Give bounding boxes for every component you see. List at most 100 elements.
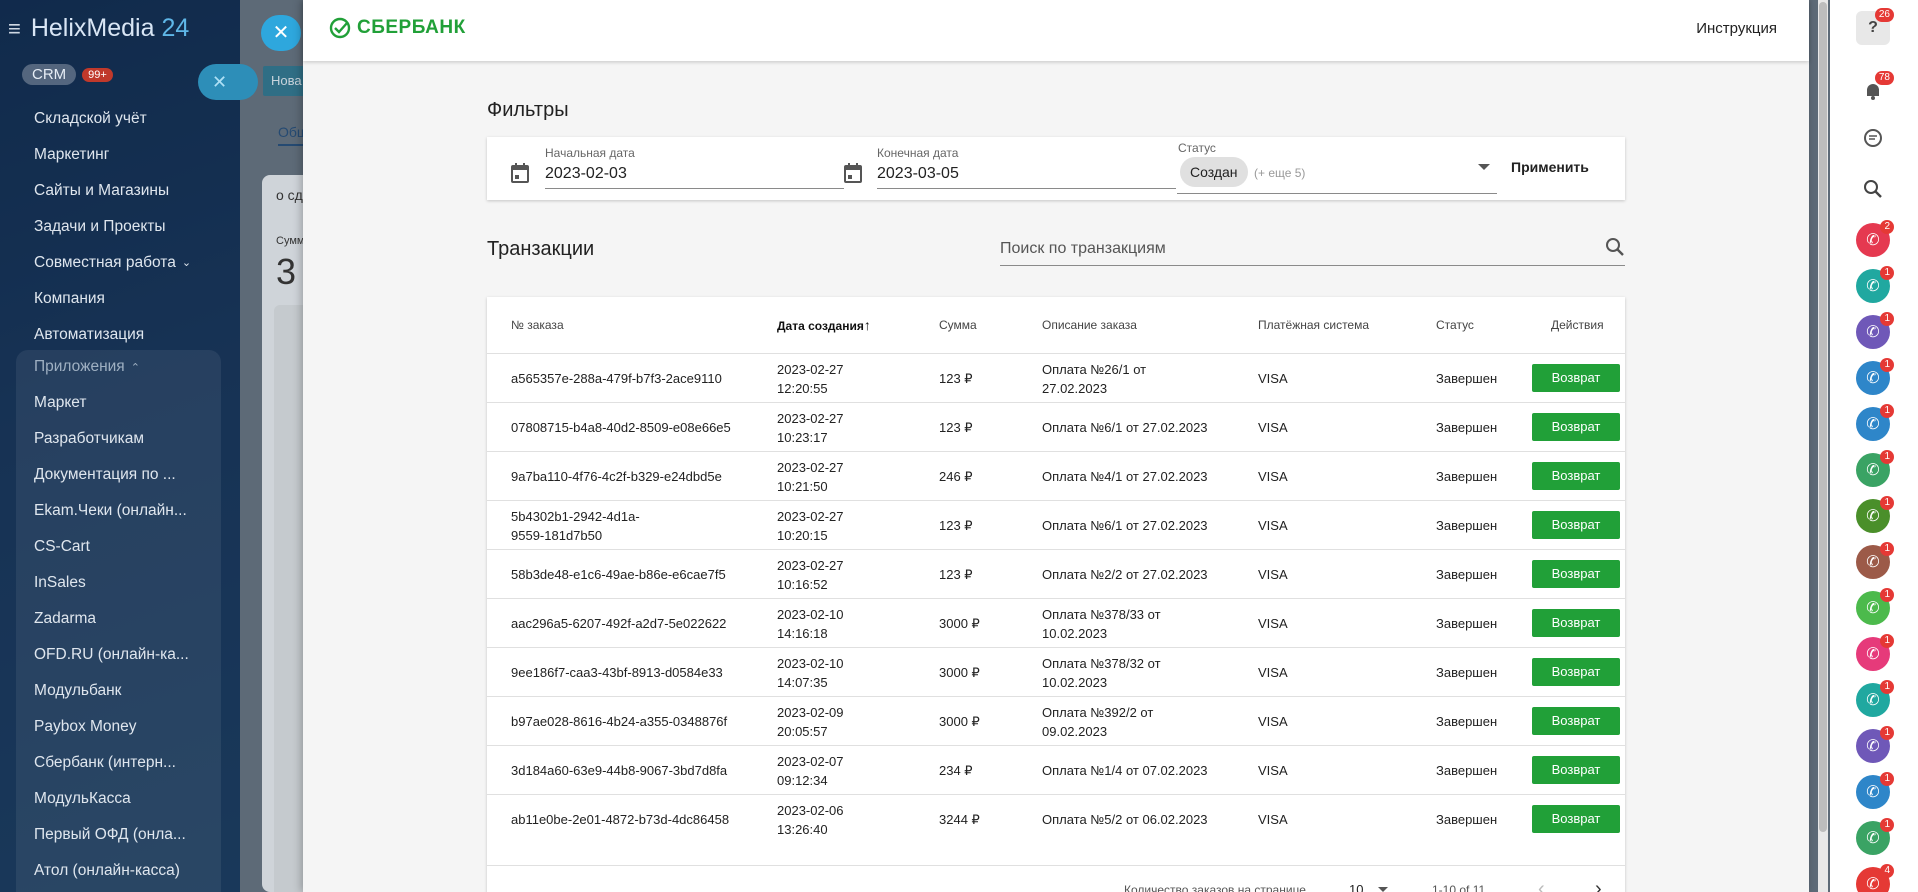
app-item-cscart[interactable]: CS-Cart [34,538,189,574]
col-created-date-label: Дата создания [777,319,864,333]
end-date-field[interactable]: Конечная дата 2023-03-05 [877,137,1176,200]
contact-avatar[interactable]: ✆ 1 [1856,588,1894,625]
sidebar-item-company[interactable]: Компания [34,281,191,317]
status-dropdown-icon[interactable] [1478,164,1490,170]
app-item-insales[interactable]: InSales [34,574,189,610]
refund-button[interactable]: Возврат [1532,707,1620,735]
search-input[interactable]: Поиск по транзакциям [1000,240,1166,258]
refund-button[interactable]: Возврат [1532,560,1620,588]
contact-avatar[interactable]: ✆ 1 [1856,634,1894,671]
col-amount: Сумма [939,318,977,332]
app-item-modulbank[interactable]: Модульбанк [34,682,189,718]
start-date-field[interactable]: Начальная дата 2023-02-03 [545,137,844,200]
hamburger-icon[interactable]: ≡ [8,16,21,42]
scrollbar-thumb[interactable] [1819,2,1827,832]
phone-icon: ✆ [1866,830,1880,847]
background-card-sub: Сумм [276,235,305,247]
contact-avatar[interactable]: ✆ 2 [1856,220,1894,257]
app-item-first-ofd[interactable]: Первый ОФД (онла... [34,826,189,862]
phone-icon: ✆ [1866,646,1880,663]
cell-text: 2023-02-07 [777,754,844,769]
background-close-icon[interactable]: ✕ [198,64,258,100]
contact-avatar[interactable]: ✆ 1 [1856,358,1894,395]
refund-button[interactable]: Возврат [1532,805,1620,833]
search-icon[interactable] [1605,237,1625,257]
crm-label[interactable]: CRM [22,64,77,85]
contact-avatar[interactable]: ✆ 1 [1856,496,1894,533]
app-item-zadarma[interactable]: Zadarma [34,610,189,646]
next-page-icon[interactable]: › [1595,878,1602,892]
contact-avatar[interactable]: ✆ 1 [1856,726,1894,763]
per-page-dropdown-icon[interactable] [1378,887,1388,892]
app-item-market[interactable]: Маркет [34,394,189,430]
app-item-docs[interactable]: Документация по ... [34,466,189,502]
payment-system: VISA [1258,469,1288,484]
contact-avatar[interactable]: ✆ 1 [1856,818,1894,855]
sidebar-item-automation[interactable]: Автоматизация [34,317,191,353]
col-created-date[interactable]: Дата создания↑ [777,297,871,353]
calendar-icon[interactable] [511,163,529,183]
created-date: 2023-02-27 10:21:50 [777,458,844,496]
created-date: 2023-02-27 10:16:52 [777,556,844,594]
per-page-select[interactable]: 10 [1349,882,1363,892]
crm-item[interactable]: CRM 99+ [22,64,113,85]
calendar-icon[interactable] [844,163,862,183]
transactions-search[interactable]: Поиск по транзакциям [1000,234,1625,266]
contact-avatar[interactable]: ✆ 1 [1856,772,1894,809]
cell-text: ab11e0be-2e01-4872-b73d-4dc86458 [511,812,730,827]
apps-header[interactable]: Приложения ⌃ [34,358,140,376]
cell-text: Оплата №2/2 от 27.02.2023 [1042,567,1208,582]
app-item-paybox[interactable]: Paybox Money [34,718,189,754]
cell-text: 27.02.2023 [1042,381,1108,396]
refund-button[interactable]: Возврат [1532,609,1620,637]
refund-button[interactable]: Возврат [1532,364,1620,392]
app-item-modulkassa[interactable]: МодульКасса [34,790,189,826]
sber-logo-icon [329,17,351,39]
refund-button[interactable]: Возврат [1532,511,1620,539]
brand-name: HelixMedia [30,14,155,42]
close-panel-icon[interactable]: ✕ [261,15,301,51]
contact-avatar[interactable]: ✆ 1 [1856,266,1894,303]
brand[interactable]: ≡ HelixMedia 24 [8,14,189,43]
app-item-ofdru[interactable]: OFD.RU (онлайн-ка... [34,646,189,682]
status-chip[interactable]: Создан [1180,157,1248,187]
contact-avatar[interactable]: ✆ 4 [1856,864,1894,892]
instructions-link[interactable]: Инструкция [1696,20,1777,37]
chat-button[interactable] [1856,121,1890,155]
contact-avatar[interactable]: ✆ 1 [1856,312,1894,349]
sort-arrow-icon[interactable]: ↑ [864,317,871,333]
sidebar-item-collab[interactable]: Совместная работа ⌄ [34,245,191,281]
contact-avatar[interactable]: ✆ 1 [1856,542,1894,579]
sidebar-item-tasks[interactable]: Задачи и Проекты [34,209,191,245]
sidebar-item-sites[interactable]: Сайты и Магазины [34,173,191,209]
sidebar-item-marketing[interactable]: Маркетинг [34,137,191,173]
refund-button[interactable]: Возврат [1532,413,1620,441]
contact-avatar[interactable]: ✆ 1 [1856,404,1894,441]
cell-text: a565357e-288a-479f-b7f3-2ace9110 [511,371,722,386]
apply-button[interactable]: Применить [1511,159,1589,175]
start-date-value[interactable]: 2023-02-03 [545,165,627,183]
app-item-atol[interactable]: Атол (онлайн-касса) [34,862,189,892]
app-item-sberbank[interactable]: Сбербанк (интерн... [34,754,189,790]
contact-avatar[interactable]: ✆ 1 [1856,680,1894,717]
help-button[interactable]: ? 26 [1856,8,1894,45]
cell-text: Оплата №26/1 от [1042,362,1147,377]
app-item-ekam[interactable]: Ekam.Чеки (онлайн... [34,502,189,538]
refund-button[interactable]: Возврат [1532,462,1620,490]
search-button[interactable] [1856,172,1890,206]
contact-badge: 1 [1880,818,1894,832]
end-date-value[interactable]: 2023-03-05 [877,165,959,183]
cell-text: 2023-02-10 [777,656,844,671]
notifications-button[interactable]: 78 [1856,71,1894,108]
order-description: Оплата №26/1 от 27.02.2023 [1042,360,1146,398]
refund-button[interactable]: Возврат [1532,658,1620,686]
panel-header: СБЕРБАНК Инструкция [303,0,1809,61]
refund-button[interactable]: Возврат [1532,756,1620,784]
app-item-developers[interactable]: Разработчикам [34,430,189,466]
sidebar-item-warehouse[interactable]: Складской учёт [34,101,191,137]
contact-avatar[interactable]: ✆ 1 [1856,450,1894,487]
col-actions: Действия [1551,318,1604,332]
panel-scrollbar[interactable] [1818,0,1828,892]
cell-text: 13:26:40 [777,822,828,837]
prev-page-icon[interactable]: ‹ [1538,878,1545,892]
